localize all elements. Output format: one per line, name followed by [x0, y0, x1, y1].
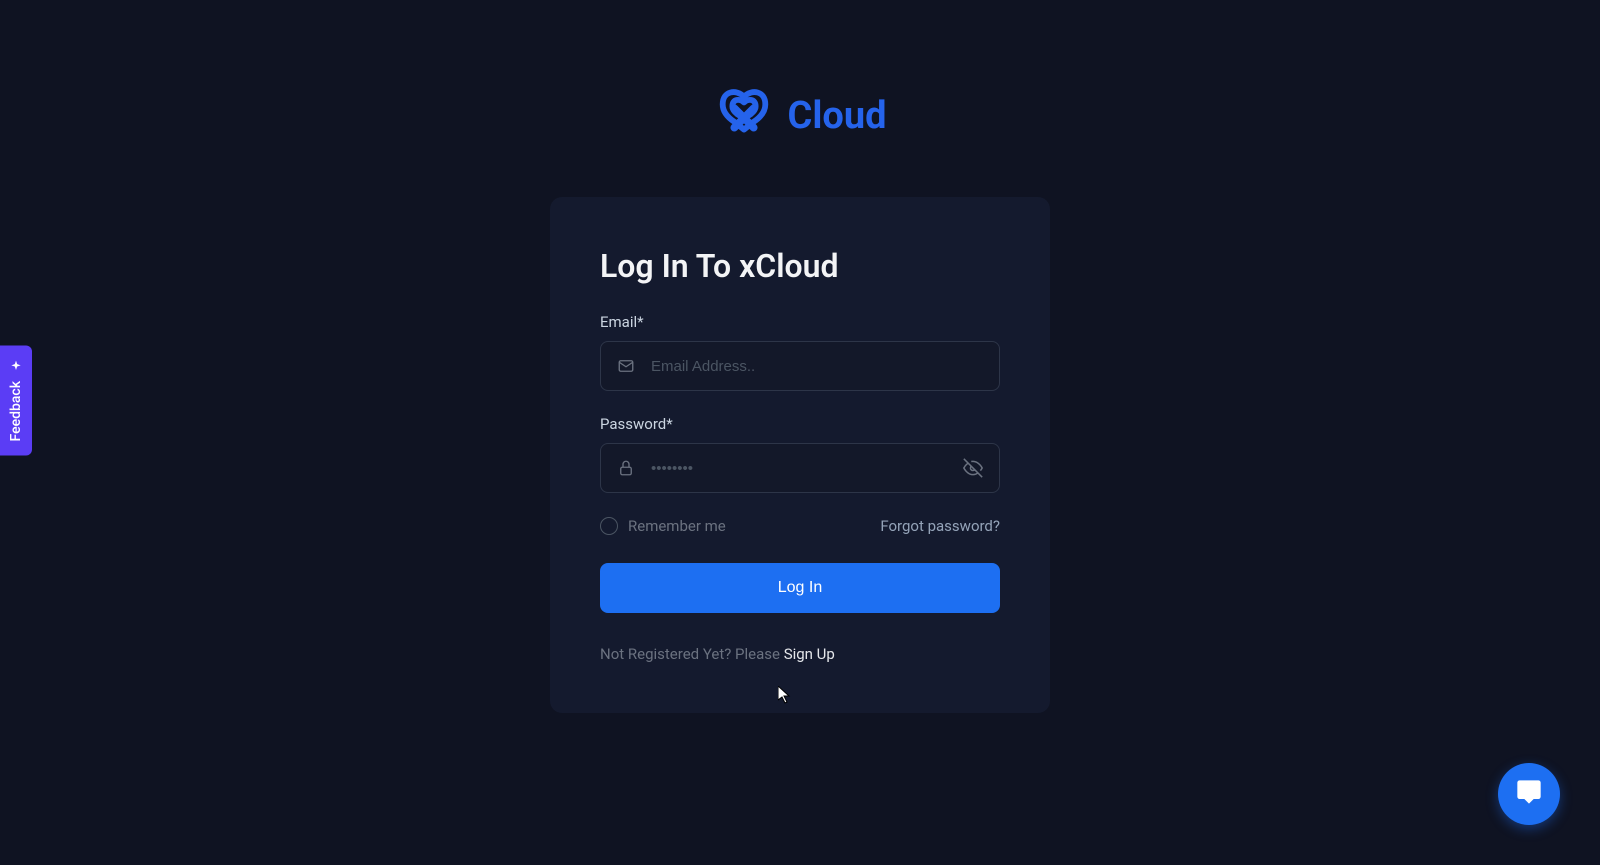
email-label: Email*	[600, 313, 1000, 331]
feedback-label: Feedback	[8, 381, 24, 441]
brand-logo: Cloud	[713, 85, 886, 147]
remember-label: Remember me	[628, 517, 726, 535]
chat-button[interactable]	[1498, 763, 1560, 825]
password-input-wrapper[interactable]	[600, 443, 1000, 493]
password-label: Password*	[600, 415, 1000, 433]
signup-prefix: Not Registered Yet? Please	[600, 645, 784, 663]
login-card: Log In To xCloud Email* Password*	[550, 197, 1050, 713]
signup-link[interactable]: Sign Up	[784, 645, 835, 663]
signup-prompt: Not Registered Yet? Please Sign Up	[600, 645, 1000, 663]
email-input-wrapper[interactable]	[600, 341, 1000, 391]
brand-logo-text: Cloud	[787, 94, 886, 138]
email-input[interactable]	[651, 358, 983, 375]
feedback-tab[interactable]: Feedback	[0, 345, 32, 455]
page-title: Log In To xCloud	[600, 247, 1000, 285]
sparkle-icon	[8, 359, 24, 373]
remember-checkbox[interactable]	[600, 517, 618, 535]
password-input[interactable]	[651, 460, 963, 477]
envelope-icon	[617, 357, 635, 375]
lock-icon	[617, 459, 635, 477]
forgot-password-link[interactable]: Forgot password?	[880, 517, 1000, 535]
login-button[interactable]: Log In	[600, 563, 1000, 613]
eye-off-icon[interactable]	[963, 458, 983, 478]
brand-logo-icon	[713, 85, 775, 147]
chat-icon	[1515, 778, 1543, 810]
